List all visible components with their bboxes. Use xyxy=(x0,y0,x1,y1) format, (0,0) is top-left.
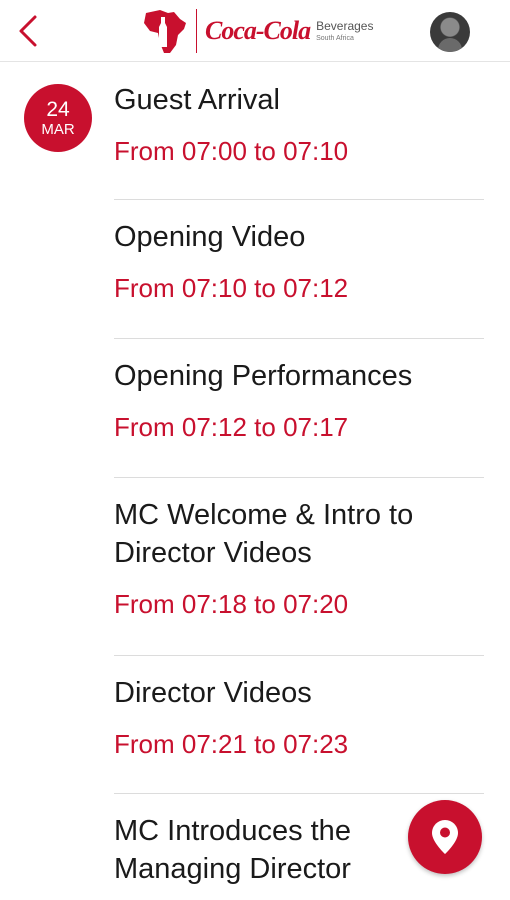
brand-subtitle-line1: Beverages xyxy=(316,19,374,33)
date-badge: 24 MAR xyxy=(24,84,92,152)
schedule-item-title: Opening Performances xyxy=(114,360,413,392)
brand-logo: Coca-Cola Beverages South Africa xyxy=(140,6,380,56)
date-month: MAR xyxy=(41,121,75,138)
schedule-item[interactable]: Director Videos From 07:21 to 07:23 xyxy=(114,656,484,794)
africa-bottle-icon xyxy=(144,10,186,53)
brand-name: Coca-Cola xyxy=(205,16,311,45)
schedule-item-title: Opening Video xyxy=(114,221,306,253)
schedule-item-time: From 07:00 to 07:10 xyxy=(114,136,349,166)
schedule-item[interactable]: Opening Video From 07:10 to 07:12 xyxy=(114,200,484,339)
schedule-item-time: From 07:10 to 07:12 xyxy=(114,273,349,303)
schedule-item-title: Director Videos xyxy=(114,677,312,709)
schedule-item-title: Guest Arrival xyxy=(114,84,280,116)
brand-subtitle-line2: South Africa xyxy=(316,35,354,42)
schedule-item-time: From 07:12 to 07:17 xyxy=(114,412,349,442)
avatar[interactable] xyxy=(430,12,470,52)
schedule-item[interactable]: Guest Arrival From 07:00 to 07:10 xyxy=(114,64,484,200)
map-location-button[interactable] xyxy=(408,800,482,874)
schedule-item-time: From 07:18 to 07:20 xyxy=(114,589,349,619)
schedule-item-title: MC Welcome & Intro to Director Videos xyxy=(114,499,414,569)
app-root: Coca-Cola Beverages South Africa 24 MAR … xyxy=(0,0,510,900)
schedule-item-title: MC Introduces the Managing Director xyxy=(114,815,351,885)
chevron-left-icon xyxy=(19,15,37,47)
schedule-list: Guest Arrival From 07:00 to 07:10 Openin… xyxy=(114,64,484,900)
map-pin-icon xyxy=(432,820,458,854)
schedule-item-time: From 07:21 to 07:23 xyxy=(114,729,349,759)
schedule-item[interactable]: MC Welcome & Intro to Director Videos Fr… xyxy=(114,478,484,656)
schedule-item[interactable]: Opening Performances From 07:12 to 07:17 xyxy=(114,339,484,478)
header: Coca-Cola Beverages South Africa xyxy=(0,0,510,62)
date-day: 24 xyxy=(46,98,70,121)
brand-subtitle: Beverages South Africa xyxy=(316,20,373,42)
back-button[interactable] xyxy=(8,10,48,52)
logo-divider xyxy=(196,9,197,53)
